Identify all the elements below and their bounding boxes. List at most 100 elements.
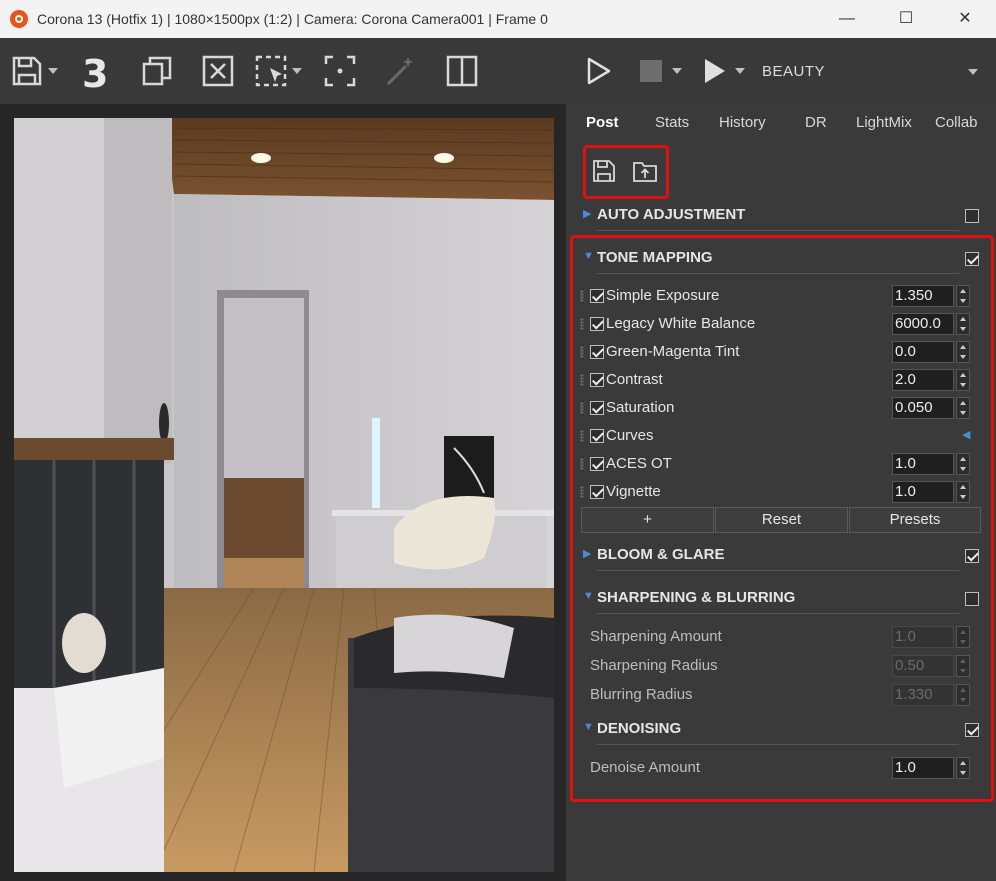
spinner-arrows[interactable] (956, 655, 970, 677)
setting-value-spinner[interactable]: 1.0 (892, 757, 970, 779)
drag-handle-icon[interactable] (580, 318, 584, 330)
spinner-arrows[interactable] (956, 757, 970, 779)
tone-op-row[interactable]: Legacy White Balance 6000.0 (580, 310, 976, 338)
render-pass-select[interactable]: BEAUTY (762, 63, 825, 80)
interactive-render-button[interactable] (697, 54, 745, 88)
op-value-spinner[interactable]: 1.350 (892, 285, 970, 307)
value-field[interactable]: 1.0 (892, 626, 954, 648)
setting-value-spinner[interactable]: 1.330 (892, 684, 970, 706)
tab-history[interactable]: History (719, 114, 766, 131)
drag-handle-icon[interactable] (580, 374, 584, 386)
op-checkbox[interactable] (590, 345, 604, 359)
bloom-glare-checkbox[interactable] (965, 549, 979, 563)
op-value-spinner[interactable]: 1.0 (892, 453, 970, 475)
spinner-arrows[interactable] (956, 481, 970, 503)
split-view-button[interactable] (445, 54, 479, 88)
drag-handle-icon[interactable] (580, 430, 584, 442)
maximize-button[interactable]: ☐ (891, 8, 921, 30)
expand-left-triangle-icon[interactable]: ◀ (962, 428, 970, 441)
section-tone-mapping[interactable]: ▼ TONE MAPPING (581, 244, 981, 274)
collapse-triangle-icon[interactable]: ▼ (583, 250, 594, 262)
value-field[interactable]: 1.0 (892, 453, 954, 475)
op-checkbox[interactable] (590, 485, 604, 499)
spinner-arrows[interactable] (956, 369, 970, 391)
section-auto-adjustment[interactable]: ▶ AUTO ADJUSTMENT (581, 201, 981, 231)
op-checkbox[interactable] (590, 317, 604, 331)
collapse-triangle-icon[interactable]: ▼ (583, 721, 594, 733)
value-field[interactable]: 6000.0 (892, 313, 954, 335)
collapse-triangle-icon[interactable]: ▼ (583, 590, 594, 602)
op-value-spinner[interactable]: 0.050 (892, 397, 970, 419)
value-field[interactable]: 0.050 (892, 397, 954, 419)
denoising-checkbox[interactable] (965, 723, 979, 737)
value-field[interactable]: 1.330 (892, 684, 954, 706)
value-field[interactable]: 0.50 (892, 655, 954, 677)
close-button[interactable]: ✕ (950, 8, 980, 30)
op-value-spinner[interactable]: 6000.0 (892, 313, 970, 335)
value-field[interactable]: 1.350 (892, 285, 954, 307)
expand-triangle-icon[interactable]: ▶ (583, 207, 591, 220)
value-field[interactable]: 2.0 (892, 369, 954, 391)
tab-post[interactable]: Post (586, 114, 619, 131)
drag-handle-icon[interactable] (580, 346, 584, 358)
value-field[interactable]: 0.0 (892, 341, 954, 363)
drag-handle-icon[interactable] (580, 458, 584, 470)
presets-button[interactable]: Presets (849, 507, 981, 533)
save-config-button[interactable] (591, 158, 617, 184)
tone-op-row[interactable]: Simple Exposure 1.350 (580, 282, 976, 310)
copy-button[interactable] (140, 54, 174, 88)
render-button[interactable] (582, 54, 616, 88)
magic-wand-button[interactable] (384, 54, 418, 88)
spinner-arrows[interactable] (956, 453, 970, 475)
section-denoising[interactable]: ▼ DENOISING (581, 715, 981, 745)
stop-button[interactable] (634, 54, 682, 88)
drag-handle-icon[interactable] (580, 402, 584, 414)
tab-lightmix[interactable]: LightMix (856, 114, 912, 131)
minimize-button[interactable]: — (832, 8, 862, 30)
op-value-spinner[interactable]: 1.0 (892, 481, 970, 503)
section-bloom-glare[interactable]: ▶ BLOOM & GLARE (581, 541, 981, 571)
spinner-arrows[interactable] (956, 285, 970, 307)
clear-button[interactable] (201, 54, 235, 88)
op-checkbox[interactable] (590, 401, 604, 415)
drag-handle-icon[interactable] (580, 290, 584, 302)
section-sharpening-blurring[interactable]: ▼ SHARPENING & BLURRING (581, 584, 981, 614)
op-checkbox[interactable] (590, 429, 604, 443)
op-value-spinner[interactable]: 0.0 (892, 341, 970, 363)
op-value-spinner[interactable]: 2.0 (892, 369, 970, 391)
tone-op-row[interactable]: Contrast 2.0 (580, 366, 976, 394)
add-operator-button[interactable]: + (581, 507, 714, 533)
value-field[interactable]: 1.0 (892, 481, 954, 503)
op-checkbox[interactable] (590, 289, 604, 303)
tone-op-row[interactable]: Saturation 0.050 (580, 394, 976, 422)
tone-op-row[interactable]: Green-Magenta Tint 0.0 (580, 338, 976, 366)
op-checkbox[interactable] (590, 457, 604, 471)
spinner-arrows[interactable] (956, 313, 970, 335)
expand-triangle-icon[interactable]: ▶ (583, 547, 591, 560)
focus-pick-button[interactable] (323, 54, 357, 88)
tone-op-row[interactable]: Vignette 1.0 (580, 478, 976, 506)
tone-op-row[interactable]: ACES OT 1.0 (580, 450, 976, 478)
setting-value-spinner[interactable]: 1.0 (892, 626, 970, 648)
tab-collab[interactable]: Collab (935, 114, 978, 131)
render-count-button[interactable]: 3 (82, 52, 108, 96)
spinner-arrows[interactable] (956, 626, 970, 648)
save-menu-button[interactable] (10, 54, 58, 88)
load-config-button[interactable] (632, 158, 658, 184)
setting-value-spinner[interactable]: 0.50 (892, 655, 970, 677)
spinner-arrows[interactable] (956, 684, 970, 706)
render-viewport[interactable] (0, 104, 566, 881)
op-checkbox[interactable] (590, 373, 604, 387)
tone-op-row[interactable]: Curves ◀ (580, 422, 976, 450)
spinner-arrows[interactable] (956, 397, 970, 419)
tone-mapping-checkbox[interactable] (965, 252, 979, 266)
tab-dr[interactable]: DR (805, 114, 827, 131)
spinner-arrows[interactable] (956, 341, 970, 363)
reset-button[interactable]: Reset (715, 507, 848, 533)
chevron-down-icon[interactable] (968, 69, 978, 75)
tab-stats[interactable]: Stats (655, 114, 689, 131)
region-select-button[interactable] (254, 54, 302, 88)
sharpening-checkbox[interactable] (965, 592, 979, 606)
drag-handle-icon[interactable] (580, 486, 584, 498)
value-field[interactable]: 1.0 (892, 757, 954, 779)
